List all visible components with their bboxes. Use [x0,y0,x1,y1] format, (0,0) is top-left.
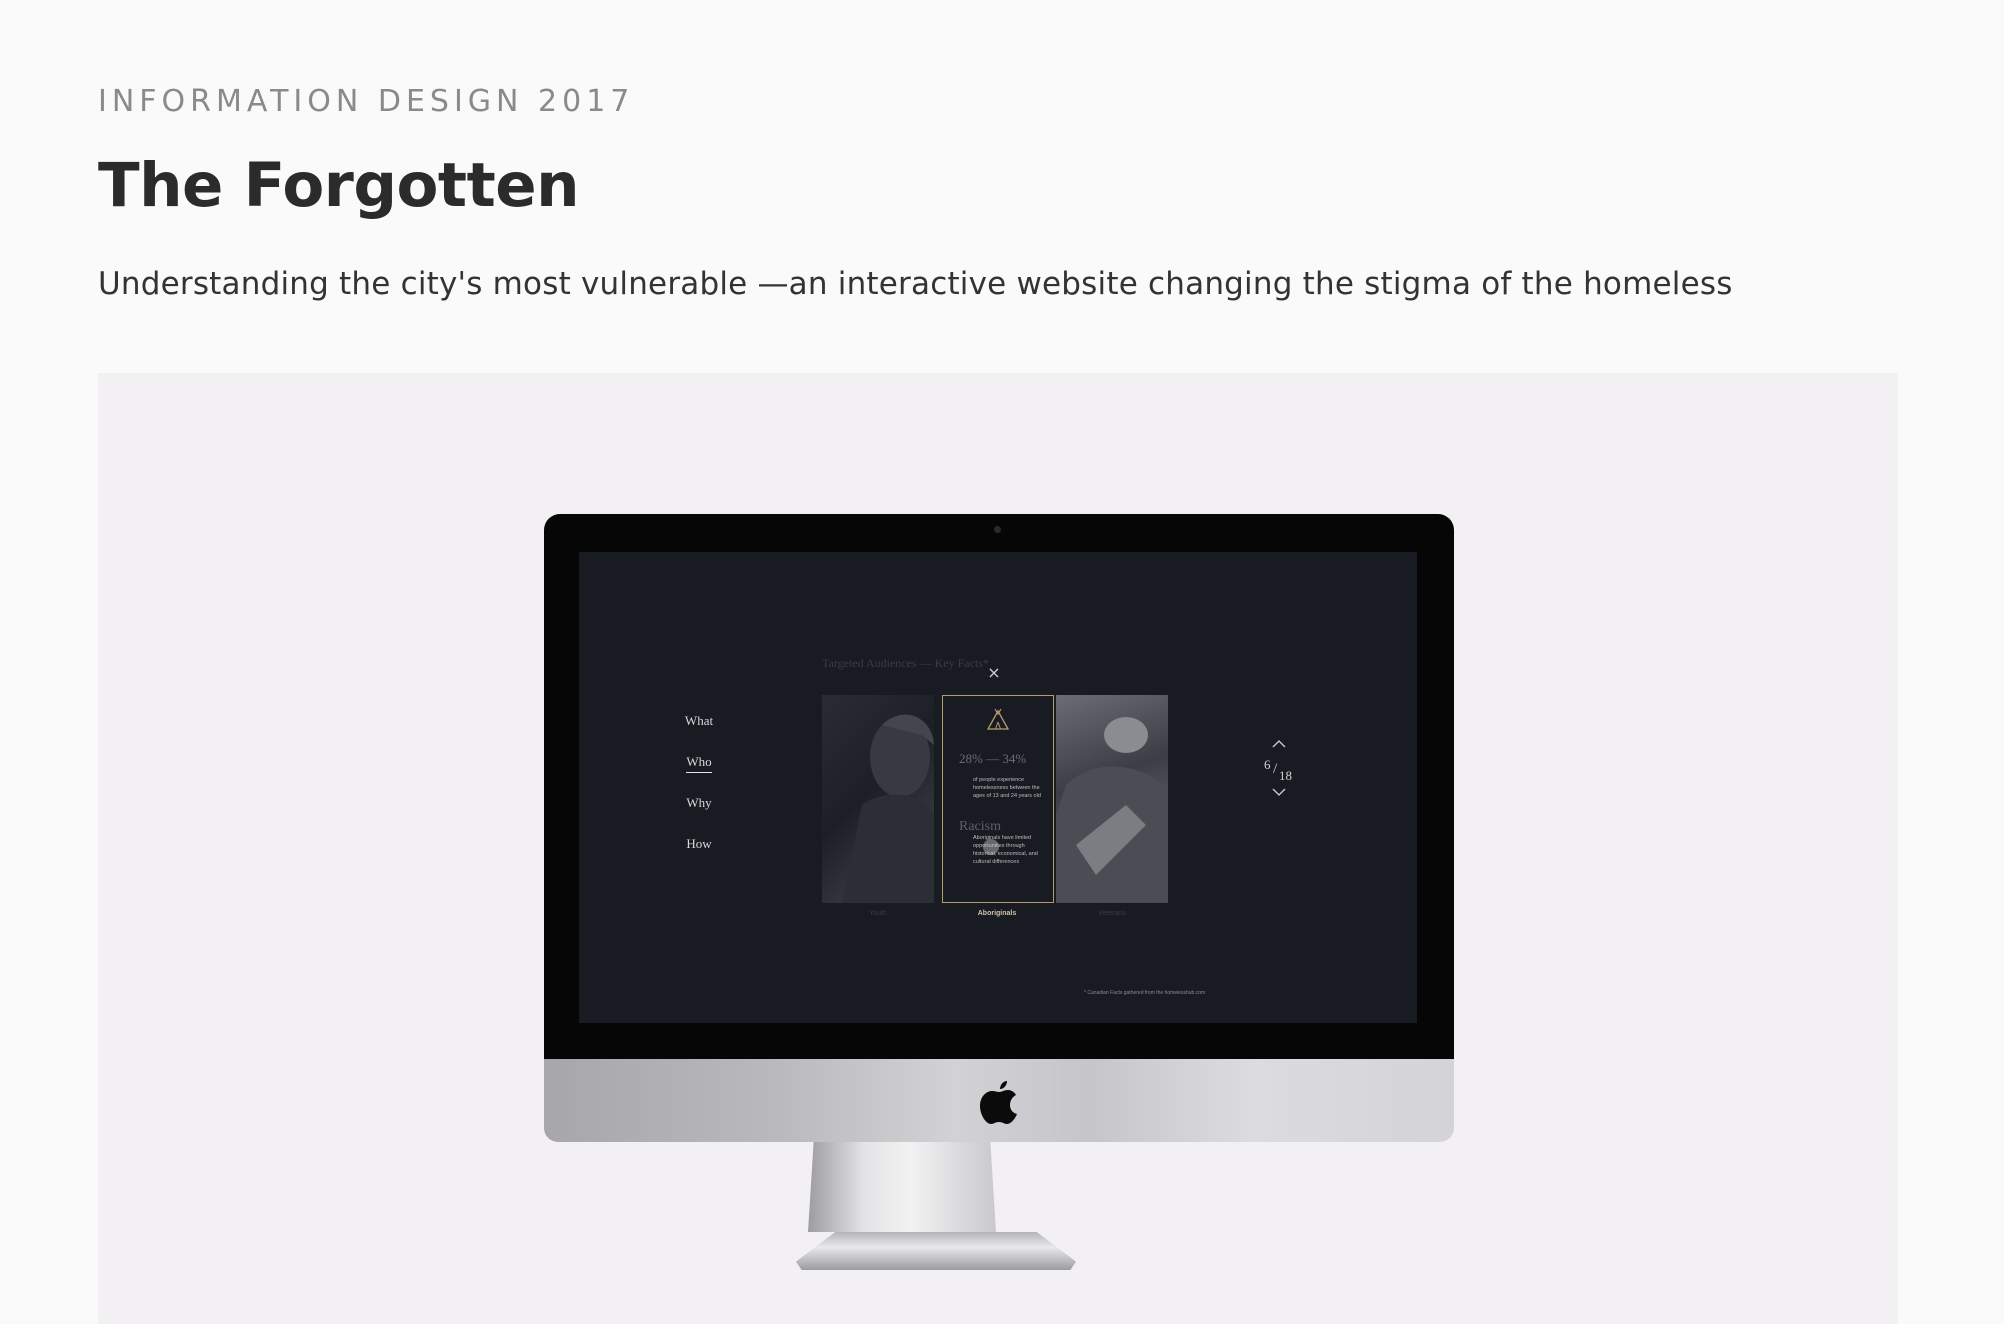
current-page: 6 [1264,757,1271,772]
nav-label: How [686,836,712,851]
chevron-down-icon[interactable] [1272,787,1286,797]
site-nav: What Who Why How [669,712,729,876]
imac-stand-foot [796,1232,1076,1270]
close-icon[interactable]: × [986,665,1002,681]
imac-chin [544,1059,1454,1142]
nav-item-who[interactable]: Who [669,753,729,794]
card-label-youth: Youth [869,910,887,917]
portrait-silhouette-icon [842,714,934,903]
apple-logo-icon [980,1081,1017,1124]
project-category: INFORMATION DESIGN 2017 [98,84,635,119]
page-title: The Forgotten [98,150,580,221]
imac-stand-neck [808,1142,996,1232]
nav-label: Why [686,795,712,810]
total-pages: 18 [1279,768,1292,783]
section-heading: Targeted Audiences — Key Facts* [822,656,989,670]
nav-item-why[interactable]: Why [669,794,729,835]
case-study-page: INFORMATION DESIGN 2017 The Forgotten Un… [0,0,2004,1324]
chevron-up-icon[interactable] [1272,739,1286,749]
tipi-icon [986,708,1010,730]
stat-heading: Racism [959,819,1001,834]
nav-item-what[interactable]: What [669,712,729,753]
card-aboriginals[interactable]: 28% — 34% of people experience homelessn… [942,695,1054,903]
stat-percentage: 28% — 34% [959,751,1027,766]
slide-pager: 6 / 18 [1259,739,1299,797]
imac-showcase: What Who Why How Targeted Audiences — Ke… [98,373,1898,1324]
imac-screen: What Who Why How Targeted Audiences — Ke… [579,552,1417,1023]
card-label-aboriginals: Aboriginals [977,910,1017,917]
cursor-indicator [983,839,999,855]
camera-dot [994,526,1001,533]
page-separator: / [1273,761,1278,777]
nav-label: What [684,713,714,728]
stat-description: of people experience homelessness betwee… [973,777,1041,799]
nav-item-how[interactable]: How [669,835,729,876]
source-footnote: * Canadian Facts gathered from the homel… [1084,990,1206,996]
card-label-veterans: Veterans [1098,910,1126,917]
soldiers-photo [1056,695,1168,903]
project-subtitle: Understanding the city's most vulnerable… [98,266,1733,302]
soldiers-silhouette-icon [1056,717,1168,903]
page-counter: 6 / 18 [1259,749,1299,787]
card-youth[interactable] [822,695,934,903]
portrait-photo [822,695,934,903]
imac-bezel: What Who Why How Targeted Audiences — Ke… [544,514,1454,1059]
card-veterans[interactable] [1056,695,1168,903]
nav-label: Who [686,754,712,773]
